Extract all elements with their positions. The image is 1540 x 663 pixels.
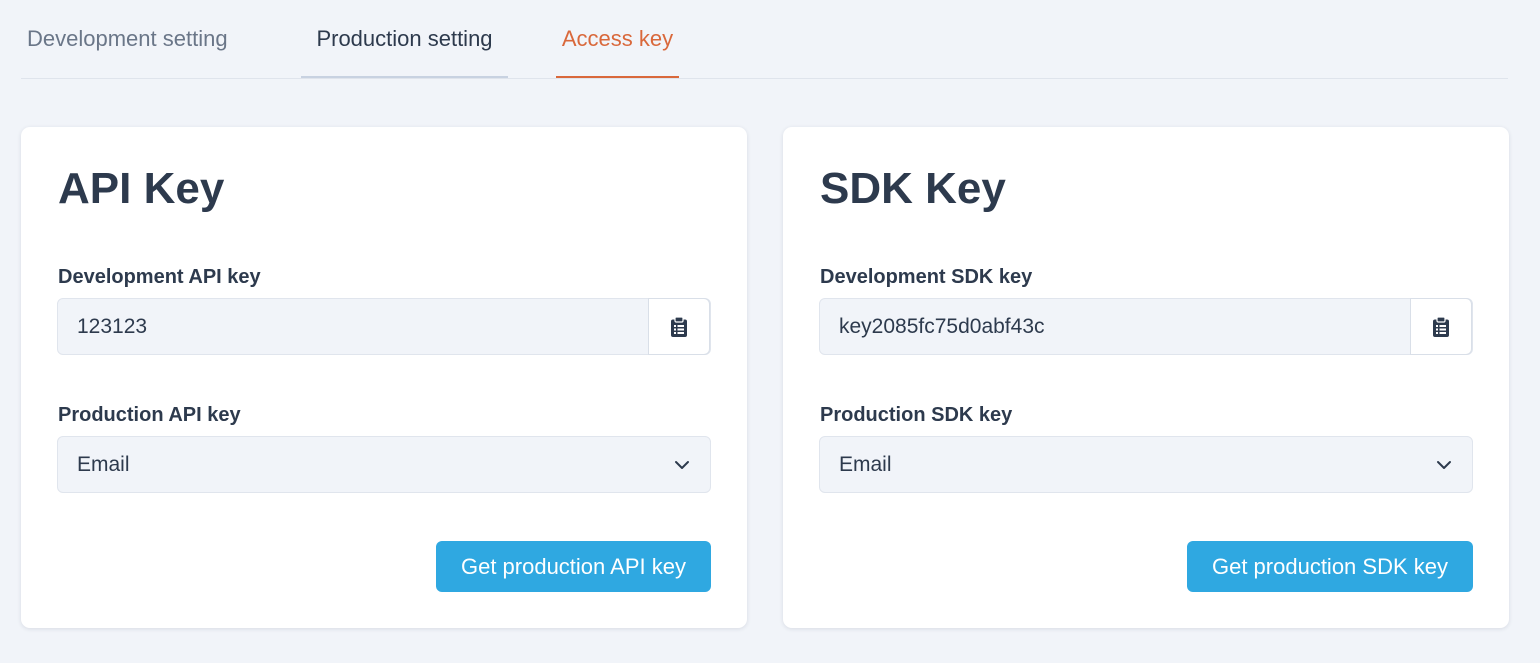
tab-label: Production setting <box>316 26 493 51</box>
development-api-key-label: Development API key <box>58 266 261 288</box>
sdk-key-card: SDK Key Development SDK key Production S… <box>783 127 1509 628</box>
select-value: Email <box>839 453 892 476</box>
select-value: Email <box>77 453 130 476</box>
card-title: SDK Key <box>820 164 1006 213</box>
development-sdk-key-input[interactable] <box>820 299 1412 354</box>
tab-label: Development setting <box>27 26 228 51</box>
clipboard-icon <box>1433 316 1449 337</box>
development-api-key-input[interactable] <box>58 299 650 354</box>
get-production-sdk-key-button[interactable]: Get production SDK key <box>1186 541 1473 592</box>
production-sdk-key-select[interactable]: Email <box>819 436 1473 493</box>
tab-development-setting[interactable]: Development setting <box>27 0 228 78</box>
chevron-down-icon <box>1437 461 1451 469</box>
tab-bar: Development setting Production setting A… <box>21 0 1508 79</box>
copy-api-key-button[interactable] <box>648 298 710 355</box>
get-production-api-key-button[interactable]: Get production API key <box>435 541 711 592</box>
tab-access-key[interactable]: Access key <box>556 0 679 78</box>
production-api-key-select[interactable]: Email <box>57 436 711 493</box>
clipboard-icon <box>671 316 687 337</box>
development-sdk-key-group <box>819 298 1473 355</box>
production-sdk-key-label: Production SDK key <box>820 404 1013 426</box>
api-key-card: API Key Development API key Production A… <box>21 127 747 628</box>
tab-production-setting[interactable]: Production setting <box>301 0 508 78</box>
development-sdk-key-label: Development SDK key <box>820 266 1033 288</box>
tab-label: Access key <box>561 26 674 51</box>
copy-sdk-key-button[interactable] <box>1410 298 1472 355</box>
production-api-key-label: Production API key <box>58 404 241 426</box>
card-title: API Key <box>58 164 225 213</box>
development-api-key-group <box>57 298 711 355</box>
chevron-down-icon <box>675 461 689 469</box>
